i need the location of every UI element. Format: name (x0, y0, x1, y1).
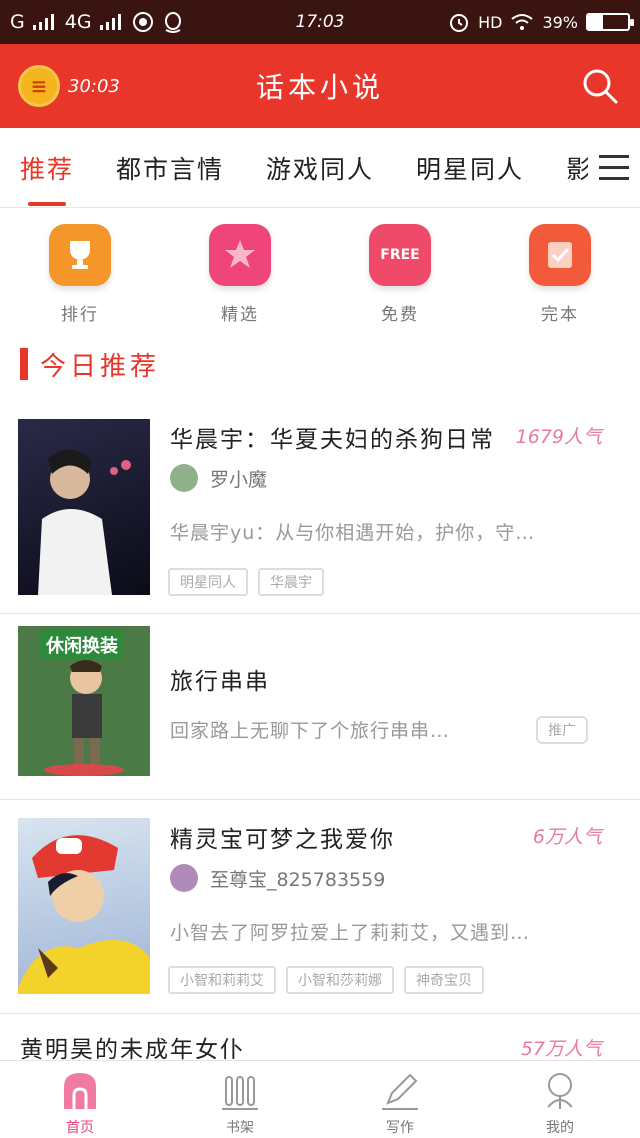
nav-home[interactable]: 首页 (0, 1061, 160, 1138)
qq-icon (164, 12, 181, 33)
author-name: 罗小魔 (210, 468, 268, 491)
entry-free-label: 免费 (381, 305, 419, 325)
search-icon (583, 69, 618, 104)
book-title: 旅行串串 (170, 669, 270, 695)
home-icon (60, 1071, 100, 1111)
battery-percent: 39% (542, 12, 578, 32)
alarm-clock-icon: ≡ (18, 65, 60, 107)
nav-bookshelf-label: 书架 (226, 1120, 254, 1136)
book-title: 黄明昊的未成年女仆 (20, 1037, 245, 1063)
book-popularity: 57万人气 (520, 1038, 602, 1060)
book-description: 回家路上无聊下了个旅行串串… (170, 720, 451, 742)
book-author[interactable]: 至尊宝_825783559 (170, 864, 385, 892)
tag[interactable]: 华晨宇 (258, 568, 324, 596)
promo-badge: 推广 (536, 716, 588, 744)
section-header: 今日推荐 (20, 346, 160, 382)
entry-featured-label: 精选 (221, 305, 259, 325)
quick-entries: 排行 精选 FREE 免费 完本 (0, 208, 640, 328)
entry-ranking[interactable]: 排行 (0, 208, 160, 328)
book-title: 精灵宝可梦之我爱你 (170, 827, 395, 853)
star-icon (209, 224, 271, 286)
tag[interactable]: 明星同人 (168, 568, 248, 596)
entry-completed-label: 完本 (541, 305, 579, 325)
book-cover: 休闲换装 (18, 626, 150, 776)
tag[interactable]: 神奇宝贝 (404, 966, 484, 994)
nav-profile[interactable]: 我的 (480, 1061, 640, 1138)
book-description: 华晨宇yu：从与你相遇开始，护你，守… (170, 522, 536, 544)
book-title: 华晨宇：华夏夫妇的杀狗日常 (170, 427, 495, 453)
book-item[interactable]: 黄明昊的未成年女仆 57万人气 (0, 1014, 640, 1063)
free-icon: FREE (369, 224, 431, 286)
entry-ranking-label: 排行 (61, 305, 99, 325)
bottom-nav: 首页 书架 写作 我的 (0, 1060, 640, 1138)
book-item[interactable]: 精灵宝可梦之我爱你 6万人气 至尊宝_825783559 小智去了阿罗拉爱上了莉… (0, 800, 640, 1014)
check-book-icon (529, 224, 591, 286)
tab-recommend[interactable]: 推荐 (20, 150, 74, 206)
book-popularity: 6万人气 (532, 826, 602, 848)
tab-urban-romance[interactable]: 都市言情 (116, 150, 224, 186)
book-author[interactable]: 罗小魔 (170, 464, 267, 492)
book-cover (18, 419, 150, 595)
signal-icon (32, 14, 54, 30)
reading-timer[interactable]: ≡ 30:03 (18, 65, 120, 107)
book-tags: 明星同人 华晨宇 (168, 568, 324, 596)
book-item[interactable]: 华晨宇：华夏夫妇的杀狗日常 1679人气 罗小魔 华晨宇yu：从与你相遇开始，护… (0, 400, 640, 614)
section-marker (20, 348, 28, 380)
nav-write[interactable]: 写作 (320, 1061, 480, 1138)
book-item-promo[interactable]: 休闲换装 旅行串串 回家路上无聊下了个旅行串串… 推广 (0, 614, 640, 800)
entry-free[interactable]: FREE 免费 (320, 208, 480, 328)
nav-profile-label: 我的 (546, 1120, 574, 1136)
avatar (170, 464, 198, 492)
bookshelf-icon (220, 1071, 260, 1111)
trophy-icon (49, 224, 111, 286)
entry-completed[interactable]: 完本 (480, 208, 640, 328)
author-name: 至尊宝_825783559 (210, 868, 386, 891)
nav-write-label: 写作 (386, 1120, 414, 1136)
wifi-icon (511, 14, 534, 30)
tabs-menu-button[interactable] (588, 128, 640, 207)
app-bar: ≡ 30:03 话本小说 (0, 44, 640, 128)
signal-icon-2 (99, 14, 121, 30)
pen-icon (380, 1071, 420, 1111)
profile-icon (540, 1071, 580, 1111)
nav-bookshelf[interactable]: 书架 (160, 1061, 320, 1138)
status-bar: G 4G 17:03 HD 39% (0, 0, 640, 44)
tab-star-fanfic[interactable]: 明星同人 (416, 150, 524, 186)
tag[interactable]: 小智和莉莉艾 (168, 966, 276, 994)
browser-icon (132, 12, 153, 32)
nav-home-label: 首页 (66, 1120, 94, 1136)
menu-icon (599, 155, 629, 158)
avatar (170, 864, 198, 892)
alarm-icon (450, 14, 469, 32)
tab-game-fanfic[interactable]: 游戏同人 (266, 150, 374, 186)
book-description: 小智去了阿罗拉爱上了莉莉艾，又遇到… (170, 922, 531, 944)
carrier-label: G (10, 11, 25, 33)
entry-featured[interactable]: 精选 (160, 208, 320, 328)
free-badge: FREE (380, 247, 420, 263)
search-button[interactable] (578, 64, 622, 108)
cover-text: 休闲换装 (40, 630, 124, 660)
book-cover (18, 818, 150, 994)
book-popularity: 1679人气 (515, 426, 602, 448)
timer-text: 30:03 (68, 75, 120, 97)
hd-label: HD (478, 12, 503, 32)
section-title: 今日推荐 (40, 351, 161, 382)
tag[interactable]: 小智和莎莉娜 (286, 966, 394, 994)
category-tabs: 推荐 都市言情 游戏同人 明星同人 影视 (0, 128, 640, 208)
network-label: 4G (64, 11, 92, 33)
book-tags: 小智和莉莉艾 小智和莎莉娜 神奇宝贝 (168, 966, 484, 994)
battery-icon (586, 13, 634, 31)
